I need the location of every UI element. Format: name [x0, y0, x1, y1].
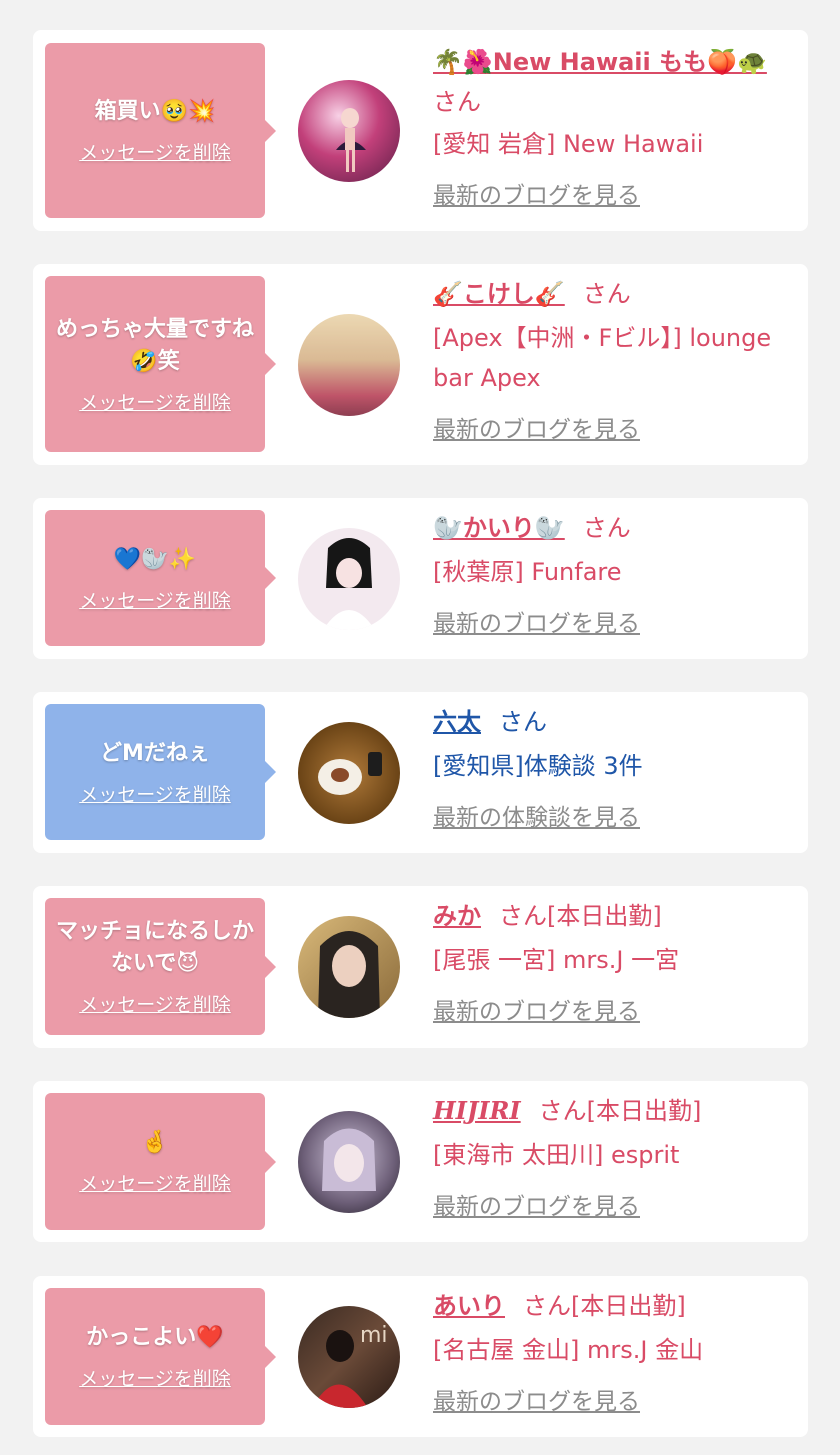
shop-info: [愛知県]体験談 3件 [433, 752, 643, 780]
message-text: 箱買い🥹💥 [94, 99, 216, 124]
profile-name-link[interactable]: 六太 [433, 708, 481, 736]
delete-message-link[interactable]: メッセージを削除 [79, 1364, 231, 1391]
avatar[interactable] [298, 1111, 400, 1213]
delete-message-link[interactable]: メッセージを削除 [79, 388, 231, 415]
message-bubble: 💙🦭✨ メッセージを削除 [45, 510, 276, 646]
message-text: めっちゃ大量ですね🤣笑 [55, 316, 254, 374]
message-text: 💙🦭✨ [113, 546, 197, 572]
avatar-image [323, 538, 375, 630]
svg-text:mi: mi [360, 1323, 388, 1348]
shop-info: [名古屋 金山] mrs.J 金山 [433, 1336, 704, 1364]
profile-info: HIJIRI さん[本日出勤] [東海市 太田川] esprit 最新のブログを見… [433, 1091, 790, 1221]
avatar[interactable] [298, 528, 400, 630]
profile-info: あいり さん[本日出勤] [名古屋 金山] mrs.J 金山 最新のブログを見る [433, 1286, 790, 1416]
message-text: 🤞 [141, 1130, 169, 1155]
honorific: さん [582, 280, 631, 308]
profile-info: 🎸こけし🎸 さん [Apex【中洲・Fビル】] lounge bar Apex 最… [433, 274, 790, 444]
profile-info: 六太 さん [愛知県]体験談 3件 最新の体験談を見る [433, 702, 790, 832]
list-item: 🤞 メッセージを削除 HIJIRI さん[本日出勤] [東海市 太田川] espr… [33, 1081, 808, 1242]
avatar-image: mi [312, 1323, 388, 1408]
avatar-image [336, 108, 366, 172]
shop-info: [尾張 一宮] mrs.J 一宮 [433, 946, 680, 974]
avatar[interactable] [298, 314, 400, 416]
message-text: どMだねぇ [100, 740, 210, 766]
delete-message-link[interactable]: メッセージを削除 [79, 586, 231, 613]
avatar[interactable] [298, 722, 400, 824]
avatar[interactable] [298, 80, 400, 182]
message-bubble: めっちゃ大量ですね🤣笑 メッセージを削除 [45, 276, 276, 452]
avatar[interactable] [298, 916, 400, 1018]
honorific: さん [433, 88, 481, 116]
avatar-image [318, 752, 382, 795]
message-bubble: マッチョになるしかないで😈 メッセージを削除 [45, 898, 276, 1035]
list-item: かっこよい❤️ メッセージを削除 mi あいり さん[本日出勤] [名古屋 金山]… [33, 1276, 808, 1437]
honorific: さん[本日出勤] [523, 1292, 686, 1320]
latest-blog-link[interactable]: 最新のブログを見る [433, 176, 640, 210]
latest-blog-link[interactable]: 最新のブログを見る [433, 992, 640, 1026]
honorific: さん[本日出勤] [538, 1097, 702, 1125]
profile-info: 🦭かいり🦭 さん [秋葉原] Funfare 最新のブログを見る [433, 508, 790, 638]
message-bubble: どMだねぇ メッセージを削除 [45, 704, 276, 840]
avatar[interactable]: mi [298, 1306, 400, 1408]
honorific: さん[本日出勤] [499, 902, 662, 930]
profile-name-link[interactable]: みか [433, 902, 481, 930]
latest-blog-link[interactable]: 最新のブログを見る [433, 604, 640, 638]
delete-message-link[interactable]: メッセージを削除 [79, 138, 231, 165]
latest-blog-link[interactable]: 最新のブログを見る [433, 1187, 640, 1221]
list-item: 💙🦭✨ メッセージを削除 🦭かいり🦭 さん [秋葉原] Funfare 最新のブロ… [33, 498, 808, 659]
message-bubble: かっこよい❤️ メッセージを削除 [45, 1288, 276, 1425]
shop-info: [東海市 太田川] esprit [433, 1141, 680, 1169]
message-text: マッチョになるしかないで😈 [55, 919, 254, 976]
message-text: かっこよい❤️ [86, 1325, 224, 1350]
avatar-image [298, 314, 400, 416]
message-bubble: 🤞 メッセージを削除 [45, 1093, 276, 1230]
profile-info: 🌴🌺New Hawaii もも🍑🐢 さん [愛知 岩倉] New Hawaii … [433, 42, 790, 210]
shop-info: [Apex【中洲・Fビル】] lounge bar Apex [433, 324, 772, 392]
honorific: さん [582, 514, 631, 542]
list-item: 箱買い🥹💥 メッセージを削除 🌴🌺New Hawaii もも🍑🐢 さん [愛知 … [33, 30, 808, 231]
shop-info: [秋葉原] Funfare [433, 558, 622, 586]
avatar-image [322, 1128, 376, 1191]
avatar-image [318, 931, 380, 1018]
list-item: どMだねぇ メッセージを削除 六太 さん [愛知県]体験談 3件 最新の体験談を見… [33, 692, 808, 853]
profile-info: みか さん[本日出勤] [尾張 一宮] mrs.J 一宮 最新のブログを見る [433, 896, 790, 1026]
profile-name-link[interactable]: HIJIRI [433, 1096, 521, 1125]
profile-name-link[interactable]: あいり [433, 1292, 505, 1320]
message-bubble: 箱買い🥹💥 メッセージを削除 [45, 43, 276, 218]
honorific: さん [499, 708, 547, 736]
shop-info: [愛知 岩倉] New Hawaii [433, 130, 704, 158]
delete-message-link[interactable]: メッセージを削除 [79, 780, 231, 807]
latest-review-link[interactable]: 最新の体験談を見る [433, 798, 640, 832]
profile-name-link[interactable]: 🌴🌺New Hawaii もも🍑🐢 [433, 48, 767, 76]
profile-name-link[interactable]: 🎸こけし🎸 [433, 280, 565, 308]
delete-message-link[interactable]: メッセージを削除 [79, 990, 231, 1017]
list-item: マッチョになるしかないで😈 メッセージを削除 みか さん[本日出勤] [尾張 一宮… [33, 886, 808, 1048]
latest-blog-link[interactable]: 最新のブログを見る [433, 1382, 640, 1416]
latest-blog-link[interactable]: 最新のブログを見る [433, 410, 640, 444]
delete-message-link[interactable]: メッセージを削除 [79, 1169, 231, 1196]
list-item: めっちゃ大量ですね🤣笑 メッセージを削除 🎸こけし🎸 さん [Apex【中洲・Fビ… [33, 264, 808, 465]
profile-name-link[interactable]: 🦭かいり🦭 [433, 514, 565, 542]
